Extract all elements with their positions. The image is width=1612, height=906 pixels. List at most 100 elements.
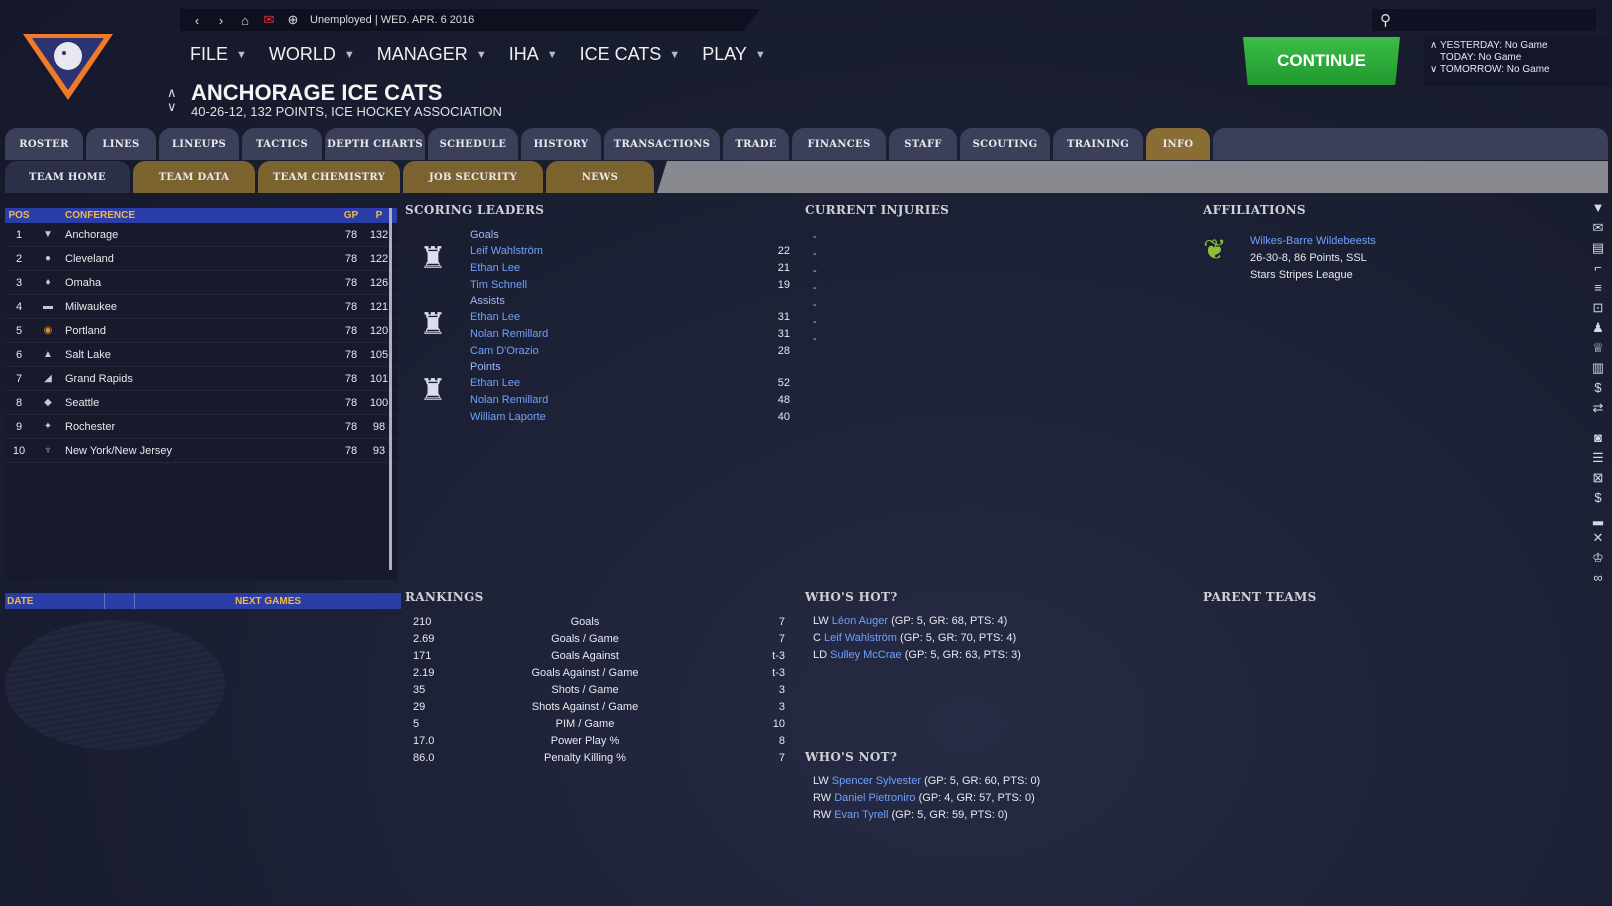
cold-player-row: LW Spencer Sylvester (GP: 5, GR: 60, PTS…: [813, 773, 1195, 790]
menu-file[interactable]: FILE ▼: [190, 44, 247, 65]
row-team[interactable]: Omaha: [63, 277, 337, 289]
team-switch-arrows[interactable]: ∧ ∨: [167, 86, 177, 114]
forward-icon[interactable]: ›: [214, 13, 228, 28]
player-link[interactable]: Tim Schnell: [470, 279, 527, 291]
table-row[interactable]: 2 ● Cleveland 78 122: [5, 247, 397, 271]
tab-info[interactable]: INFO: [1146, 128, 1210, 160]
row-team[interactable]: Milwaukee: [63, 301, 337, 313]
subtab-news[interactable]: NEWS: [546, 161, 654, 193]
bar-chart-icon[interactable]: ▂: [1593, 510, 1603, 526]
swap-icon[interactable]: ⇄: [1593, 400, 1604, 416]
menu-iha[interactable]: IHA ▼: [509, 44, 558, 65]
table-row[interactable]: 4 ▬ Milwaukee 78 121: [5, 295, 397, 319]
league-logo-icon[interactable]: ◙: [1594, 430, 1602, 446]
player-link[interactable]: Ethan Lee: [470, 377, 520, 389]
player-link[interactable]: Nolan Remillard: [470, 328, 548, 340]
clipboard-icon[interactable]: ▤: [1592, 240, 1604, 256]
table-row[interactable]: 5 ◉ Portland 78 120: [5, 319, 397, 343]
subtab-team-home[interactable]: TEAM HOME: [5, 161, 130, 193]
trophy-icon[interactable]: ♕: [1592, 340, 1604, 356]
col-header-pos[interactable]: POS: [5, 210, 33, 221]
tab-trade[interactable]: TRADE: [723, 128, 789, 160]
subtab-job-security[interactable]: JOB SECURITY: [403, 161, 543, 193]
subtab-team-chemistry[interactable]: TEAM CHEMISTRY: [258, 161, 400, 193]
tab-lineups[interactable]: LINEUPS: [159, 128, 239, 160]
tab-lines[interactable]: LINES: [86, 128, 156, 160]
row-team[interactable]: Salt Lake: [63, 349, 337, 361]
menu-play[interactable]: PLAY ▼: [702, 44, 766, 65]
tab-staff[interactable]: STAFF: [889, 128, 957, 160]
cup-icon[interactable]: ♔: [1592, 550, 1604, 566]
continue-button[interactable]: CONTINUE: [1243, 37, 1400, 85]
tab-schedule[interactable]: SCHEDULE: [428, 128, 518, 160]
player-link[interactable]: Ethan Lee: [470, 311, 520, 323]
table-row[interactable]: 7 ◢ Grand Rapids 78 101: [5, 367, 397, 391]
mail-icon[interactable]: ✉: [262, 12, 276, 28]
player-link[interactable]: Evan Tyrell: [834, 809, 888, 821]
tab-history[interactable]: HISTORY: [521, 128, 601, 160]
finance-people-icon[interactable]: $: [1594, 380, 1601, 396]
row-team[interactable]: Grand Rapids: [63, 373, 337, 385]
affiliate-team-link[interactable]: Wilkes-Barre Wildebeests: [1250, 233, 1376, 250]
document-icon[interactable]: ▥: [1592, 360, 1604, 376]
scrollbar[interactable]: [389, 208, 392, 570]
col-header-conference[interactable]: CONFERENCE: [63, 210, 337, 221]
player-link[interactable]: Cam D'Orazio: [470, 345, 539, 357]
inbox-icon[interactable]: ✉: [1593, 220, 1604, 236]
player-position: RW: [813, 809, 832, 821]
dollar-icon[interactable]: $: [1594, 490, 1601, 506]
player-link[interactable]: Leif Wahlström: [470, 245, 543, 257]
row-team[interactable]: Rochester: [63, 421, 337, 433]
player-link[interactable]: William Laporte: [470, 411, 546, 423]
col-header-date[interactable]: DATE: [5, 593, 105, 609]
home-icon[interactable]: ⌂: [238, 13, 252, 28]
table-row[interactable]: 10 ♆ New York/New Jersey 78 93: [5, 439, 397, 463]
binoculars-icon[interactable]: ∞: [1593, 570, 1602, 586]
filter-icon[interactable]: ▼: [1592, 200, 1605, 216]
stick-icon[interactable]: ⌐: [1594, 260, 1602, 276]
ranking-row: 210 Goals 7: [405, 613, 795, 630]
injury-row: -: [813, 248, 817, 260]
tab-training[interactable]: TRAINING: [1053, 128, 1143, 160]
tab-depth-charts[interactable]: DEPTH CHARTS: [325, 128, 425, 160]
row-team[interactable]: Anchorage: [63, 229, 337, 241]
table-row[interactable]: 9 ✦ Rochester 78 98: [5, 415, 397, 439]
player-link[interactable]: Léon Auger: [832, 615, 888, 627]
player-link[interactable]: Daniel Pietroniro: [834, 792, 915, 804]
tab-tactics[interactable]: TACTICS: [242, 128, 322, 160]
back-icon[interactable]: ‹: [190, 13, 204, 28]
row-team[interactable]: New York/New Jersey: [63, 445, 337, 457]
tab-roster[interactable]: ROSTER: [5, 128, 83, 160]
col-header-next-games[interactable]: NEXT GAMES: [135, 596, 401, 607]
table-row[interactable]: 3 ♦ Omaha 78 126: [5, 271, 397, 295]
crossed-sticks-icon[interactable]: ✕: [1593, 530, 1604, 546]
player-link[interactable]: Spencer Sylvester: [832, 775, 921, 787]
player-link[interactable]: Ethan Lee: [470, 262, 520, 274]
box-icon[interactable]: ⊠: [1593, 470, 1604, 486]
subtab-team-data[interactable]: TEAM DATA: [133, 161, 255, 193]
menu-ice-cats[interactable]: ICE CATS ▼: [580, 44, 681, 65]
tab-finances[interactable]: FINANCES: [792, 128, 886, 160]
list-icon[interactable]: ≡: [1594, 280, 1602, 296]
table-row[interactable]: 8 ◆ Seattle 78 100: [5, 391, 397, 415]
globe-icon[interactable]: ⊕: [286, 12, 300, 28]
menu-manager[interactable]: MANAGER ▼: [377, 44, 487, 65]
people-icon[interactable]: ♟: [1592, 320, 1604, 336]
list-detail-icon[interactable]: ☰: [1592, 450, 1604, 466]
up-arrow-icon[interactable]: ∧: [1430, 40, 1437, 51]
row-team[interactable]: Portland: [63, 325, 337, 337]
tab-transactions[interactable]: TRANSACTIONS: [604, 128, 720, 160]
table-row[interactable]: 1 ▼ Anchorage 78 132: [5, 223, 397, 247]
row-team[interactable]: Seattle: [63, 397, 337, 409]
player-link[interactable]: Sulley McCrae: [830, 649, 902, 661]
row-team[interactable]: Cleveland: [63, 253, 337, 265]
player-link[interactable]: Nolan Remillard: [470, 394, 548, 406]
table-row[interactable]: 6 ▲ Salt Lake 78 105: [5, 343, 397, 367]
tab-scouting[interactable]: SCOUTING: [960, 128, 1050, 160]
grid-icon[interactable]: ⊡: [1593, 300, 1604, 316]
player-link[interactable]: Leif Wahlström: [824, 632, 897, 644]
menu-world[interactable]: WORLD ▼: [269, 44, 355, 65]
col-header-gp[interactable]: GP: [337, 210, 365, 221]
search-input[interactable]: ⚲: [1372, 9, 1596, 31]
down-arrow-icon[interactable]: ∨: [1430, 64, 1437, 75]
